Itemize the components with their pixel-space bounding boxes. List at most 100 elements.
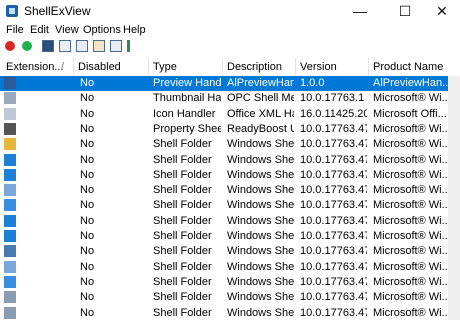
cell-version: 10.0.17763.470 ... (300, 214, 367, 227)
cell-disabled: No (80, 122, 95, 135)
table-header: Extension... / Disabled Type Description… (0, 58, 460, 77)
column-divider[interactable] (368, 58, 369, 76)
cell-description: Windows Shell... (227, 275, 294, 288)
cell-description: OPC Shell Met... (227, 92, 294, 105)
table-row[interactable]: No Shell Folder Windows Shell... 10.0.17763… (0, 214, 460, 229)
table-row[interactable]: No Shell Folder Windows Shell... 10.0.17763… (0, 260, 460, 275)
menu-help[interactable]: Help (123, 24, 146, 36)
title-bar: ShellExView — ☐ ✕ (0, 0, 460, 22)
cell-disabled: No (80, 184, 95, 197)
refresh-icon[interactable] (59, 40, 71, 52)
cell-description: Windows Shell... (227, 245, 294, 258)
extensions-table: Extension... / Disabled Type Description… (0, 58, 460, 320)
cell-type: Thumbnail Ha... (153, 92, 221, 105)
cell-version: 10.0.17763.470 ... (300, 122, 367, 135)
table-row[interactable]: No Thumbnail Ha... OPC Shell Met... 10.0.17… (0, 91, 460, 106)
cell-product-name: Microsoft® Wi... (373, 214, 448, 227)
cell-disabled: No (80, 199, 95, 212)
col-version[interactable]: Version (300, 61, 337, 73)
pictures-icon (4, 260, 16, 273)
col-disabled[interactable]: Disabled (78, 61, 121, 73)
column-divider[interactable] (295, 58, 296, 76)
cell-disabled: No (80, 77, 95, 89)
col-product-name[interactable]: Product Name (373, 61, 443, 73)
cell-product-name: AlPreviewHan... (373, 77, 448, 89)
cell-version: 10.0.17763.470 ... (300, 260, 367, 273)
table-row[interactable]: No Shell Folder Windows Shell... 10.0.17763… (0, 275, 460, 290)
music-note-icon (4, 230, 16, 242)
cell-disabled: No (80, 214, 95, 227)
table-row[interactable]: No Shell Folder Windows Shell... 10.0.17763… (0, 244, 460, 259)
menu-edit[interactable]: Edit (30, 24, 49, 36)
cell-type: Icon Handler (153, 107, 216, 120)
enable-green-circle-icon[interactable] (22, 41, 32, 51)
cell-version: 10.0.17763.470 ... (300, 184, 367, 197)
minimize-button[interactable]: — (340, 0, 380, 22)
column-divider[interactable] (73, 58, 74, 76)
cell-product-name: Microsoft® Wi... (373, 245, 448, 258)
cell-product-name: Microsoft® Wi... (373, 138, 448, 151)
download-arrow-icon (4, 153, 16, 166)
html-report-icon[interactable] (110, 40, 122, 52)
cell-type: Shell Folder (153, 168, 212, 181)
cell-description: Windows Shell... (227, 199, 294, 212)
menu-file[interactable]: File (6, 24, 24, 36)
column-divider[interactable] (148, 58, 149, 76)
cell-product-name: Microsoft® Wi... (373, 260, 448, 273)
usb-drive-icon (4, 122, 16, 135)
table-row[interactable]: No Shell Folder Windows Shell... 10.0.17763… (0, 183, 460, 198)
cell-type: Shell Folder (153, 260, 212, 273)
maximize-button[interactable]: ☐ (385, 0, 425, 22)
cell-description: Windows Shell... (227, 260, 294, 273)
table-row[interactable]: No Shell Folder Windows Shell... 10.0.17763… (0, 168, 460, 183)
menu-view[interactable]: View (55, 24, 79, 36)
cell-description: Windows Shell... (227, 184, 294, 197)
save-icon[interactable] (42, 40, 54, 52)
cell-type: Shell Folder (153, 230, 212, 242)
preview-handler-icon (4, 77, 16, 89)
pictures-icon (4, 184, 16, 197)
table-row[interactable]: No Shell Folder Windows Shell... 10.0.17763… (0, 290, 460, 305)
cell-disabled: No (80, 260, 95, 273)
properties-icon[interactable] (93, 40, 105, 52)
cell-type: Shell Folder (153, 184, 212, 197)
cell-product-name: Microsoft® Wi... (373, 230, 448, 242)
cell-type: Shell Folder (153, 199, 212, 212)
cell-product-name: Microsoft Offi... (373, 107, 447, 120)
col-description[interactable]: Description (227, 61, 282, 73)
video-icon (4, 245, 16, 258)
copy-icon[interactable] (76, 40, 88, 52)
cell-version: 10.0.17763.470 ... (300, 199, 367, 212)
cell-version: 10.0.17763.470 ... (300, 291, 367, 304)
table-row[interactable]: No Shell Folder Windows Shell... 10.0.17763… (0, 306, 460, 321)
music-note-icon (4, 168, 16, 181)
desktop-icon (4, 275, 16, 288)
cell-version: 10.0.17763.1 (... (300, 92, 367, 105)
vertical-scrollbar[interactable] (448, 76, 460, 320)
table-row[interactable]: No Icon Handler Office XML Ha... 16.0.11425… (0, 107, 460, 122)
cell-disabled: No (80, 245, 95, 258)
cell-description: Windows Shell... (227, 153, 294, 166)
table-row[interactable]: No Shell Folder Windows Shell... 10.0.17763… (0, 153, 460, 168)
table-row[interactable]: No Preview Handler AlPreviewHan... 1.0.0 AlP… (0, 76, 460, 91)
sort-indicator-icon: / (61, 61, 65, 73)
cell-description: Windows Shell... (227, 138, 294, 151)
exit-icon[interactable] (127, 40, 139, 52)
col-extension[interactable]: Extension... (6, 61, 63, 73)
table-row[interactable]: No Shell Folder Windows Shell... 10.0.17763… (0, 137, 460, 152)
table-row[interactable]: No Shell Folder Windows Shell... 10.0.17763… (0, 229, 460, 244)
menu-options[interactable]: Options (83, 24, 121, 36)
table-row[interactable]: No Shell Folder Windows Shell... 10.0.17763… (0, 198, 460, 213)
close-button[interactable]: ✕ (422, 0, 460, 22)
cell-version: 10.0.17763.470 ... (300, 245, 367, 258)
cell-version: 10.0.17763.470 ... (300, 275, 367, 288)
cell-type: Shell Folder (153, 153, 212, 166)
table-row[interactable]: No Property Sheet ReadyBoost UI 10.0.17763.… (0, 122, 460, 137)
col-type[interactable]: Type (153, 61, 177, 73)
cell-version: 10.0.17763.470 ... (300, 138, 367, 151)
cell-disabled: No (80, 138, 95, 151)
disable-red-circle-icon[interactable] (5, 41, 15, 51)
cell-description: Windows Shell... (227, 230, 294, 242)
cell-product-name: Microsoft® Wi... (373, 92, 448, 105)
column-divider[interactable] (222, 58, 223, 76)
